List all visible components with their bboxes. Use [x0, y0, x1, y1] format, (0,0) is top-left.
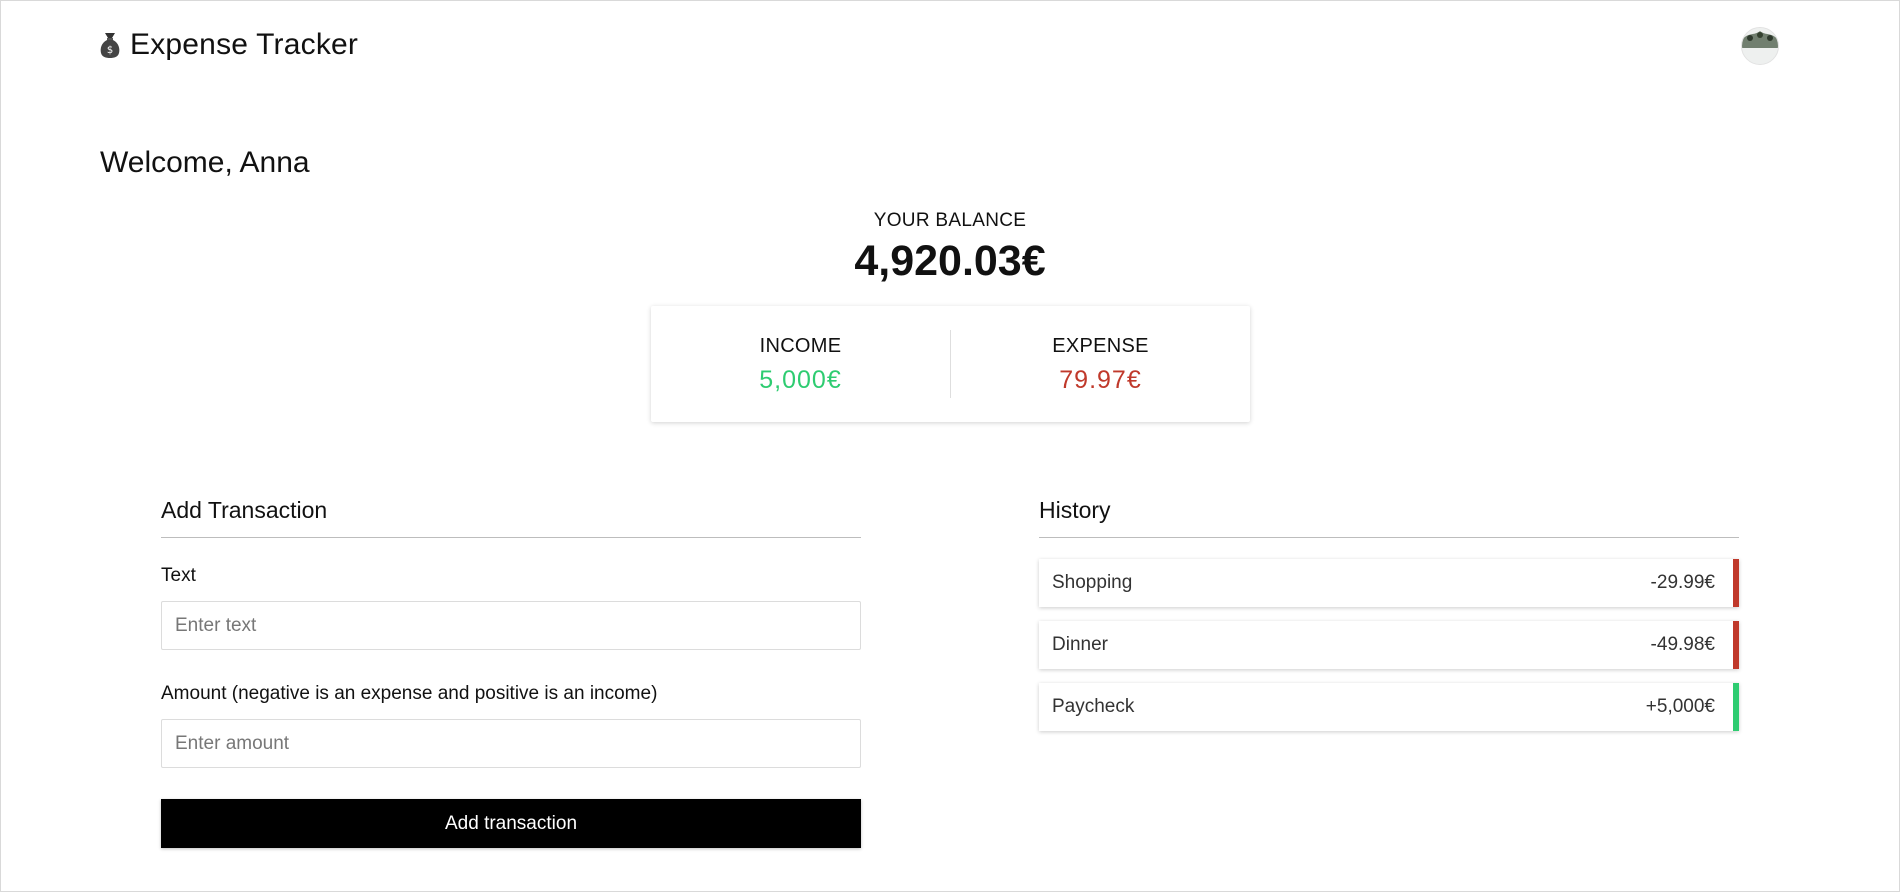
user-avatar[interactable]: [1741, 27, 1779, 65]
history-item[interactable]: Dinner -49.98€: [1039, 621, 1739, 669]
expense-label: EXPENSE: [1052, 335, 1149, 357]
amount-field-label: Amount (negative is an expense and posit…: [161, 683, 658, 704]
history-item-amount: -29.99€: [1650, 572, 1715, 593]
history-list: Shopping -29.99€ Dinner -49.98€ Paycheck…: [1039, 559, 1739, 745]
history-divider: [1039, 537, 1739, 538]
history-item-name: Dinner: [1052, 634, 1108, 655]
balance-label: YOUR BALANCE: [873, 210, 1027, 231]
text-input[interactable]: [161, 601, 861, 650]
history-item[interactable]: Paycheck +5,000€: [1039, 683, 1739, 731]
app-title: Expense Tracker: [130, 28, 359, 61]
history-item-amount: +5,000€: [1645, 696, 1715, 717]
add-transaction-heading: Add Transaction: [161, 497, 328, 523]
balance-amount: 4,920.03€: [854, 237, 1046, 285]
text-field-label: Text: [161, 565, 196, 586]
expense-column: EXPENSE 79.97€: [951, 334, 1250, 394]
income-expense-card: INCOME 5,000€ EXPENSE 79.97€: [651, 306, 1250, 422]
history-item-amount: -49.98€: [1650, 634, 1715, 655]
history-item-name: Shopping: [1052, 572, 1133, 593]
income-column: INCOME 5,000€: [651, 334, 950, 394]
add-transaction-divider: [161, 537, 861, 538]
svg-text:$: $: [107, 45, 113, 56]
app-header: $ Expense Tracker: [98, 25, 1779, 65]
brand: $ Expense Tracker: [98, 25, 358, 65]
balance-section: YOUR BALANCE 4,920.03€: [1, 209, 1899, 285]
income-label: INCOME: [759, 335, 842, 357]
add-transaction-button[interactable]: Add transaction: [161, 799, 861, 848]
history-item-name: Paycheck: [1052, 696, 1135, 717]
expense-value: 79.97€: [1059, 366, 1142, 394]
amount-input[interactable]: [161, 719, 861, 768]
money-bag-icon: $: [98, 31, 122, 59]
history-item[interactable]: Shopping -29.99€: [1039, 559, 1739, 607]
income-value: 5,000€: [759, 366, 842, 394]
expense-tracker-page: $ Expense Tracker Welcome, Anna YOUR BAL…: [0, 0, 1900, 892]
welcome-heading: Welcome, Anna: [100, 146, 310, 179]
history-heading: History: [1039, 497, 1111, 523]
